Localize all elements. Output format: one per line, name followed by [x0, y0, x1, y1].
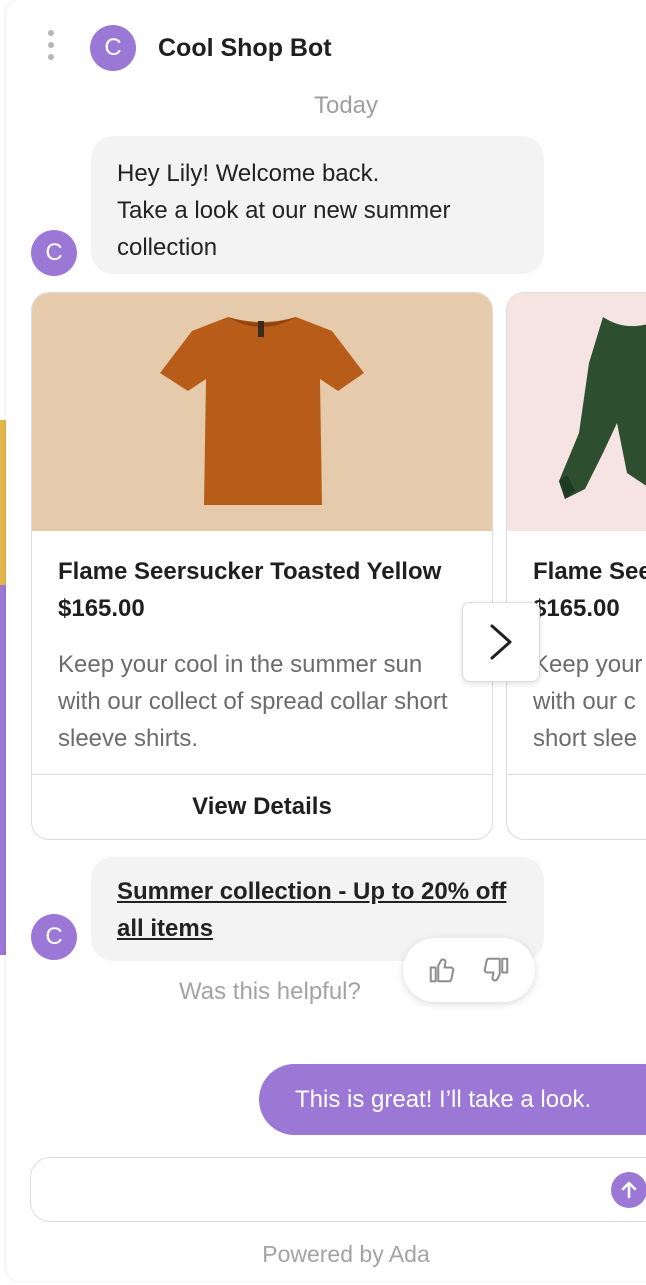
description-line: with our c: [533, 688, 636, 715]
message-line: Take a look at our new summer: [117, 197, 451, 224]
message-line: Hey Lily! Welcome back.: [117, 160, 380, 187]
message-composer: [30, 1157, 646, 1222]
view-details-button[interactable]: [507, 774, 646, 839]
bot-name: Cool Shop Bot: [158, 34, 332, 62]
product-description: Keep your cool in the summer sun with ou…: [58, 651, 448, 752]
summer-collection-link[interactable]: Summer collection - Up to 20% off all it…: [117, 878, 506, 942]
day-separator: Today: [313, 92, 379, 119]
description-line: Keep your: [533, 651, 643, 678]
chevron-right-icon: [490, 624, 512, 660]
chat-window: C Cool Shop Bot Today Hey Lily! Welcome …: [6, 0, 646, 1281]
product-card: Flame Seersucker Toasted Yellow $165.00 …: [31, 292, 493, 840]
feedback-control: [403, 938, 535, 1002]
product-image: [32, 293, 492, 531]
arrow-up-icon: [621, 1181, 637, 1199]
orange-tshirt-icon: [160, 317, 364, 505]
user-message-bubble: This is great! I’ll take a look.: [259, 1064, 646, 1135]
product-price: $165.00: [58, 595, 145, 622]
thumbs-up-icon[interactable]: [427, 955, 457, 985]
bot-avatar: C: [31, 230, 77, 276]
bot-message-bubble: Hey Lily! Welcome back. Take a look at o…: [91, 136, 544, 274]
product-description: Keep your with our c short slee: [533, 646, 646, 757]
bot-avatar: C: [90, 25, 136, 71]
helpful-prompt: Was this helpful?: [179, 978, 361, 1005]
green-sweater-icon: [559, 317, 646, 499]
product-title: Flame See: [533, 558, 646, 585]
view-details-button[interactable]: View Details: [32, 774, 492, 839]
product-price: $165.00: [533, 595, 620, 622]
message-input[interactable]: [31, 1158, 591, 1221]
carousel-next-button[interactable]: [462, 602, 540, 682]
more-options-icon[interactable]: [46, 30, 56, 60]
product-card: Flame See $165.00 Keep your with our c s…: [506, 292, 646, 840]
product-image: [507, 293, 646, 531]
bot-avatar: C: [31, 914, 77, 960]
message-line: collection: [117, 234, 218, 261]
product-title: Flame Seersucker Toasted Yellow: [58, 558, 442, 585]
description-line: short slee: [533, 725, 638, 752]
send-button[interactable]: [611, 1172, 646, 1208]
thumbs-down-icon[interactable]: [481, 955, 511, 985]
powered-by-footer: Powered by Ada: [262, 1241, 430, 1267]
